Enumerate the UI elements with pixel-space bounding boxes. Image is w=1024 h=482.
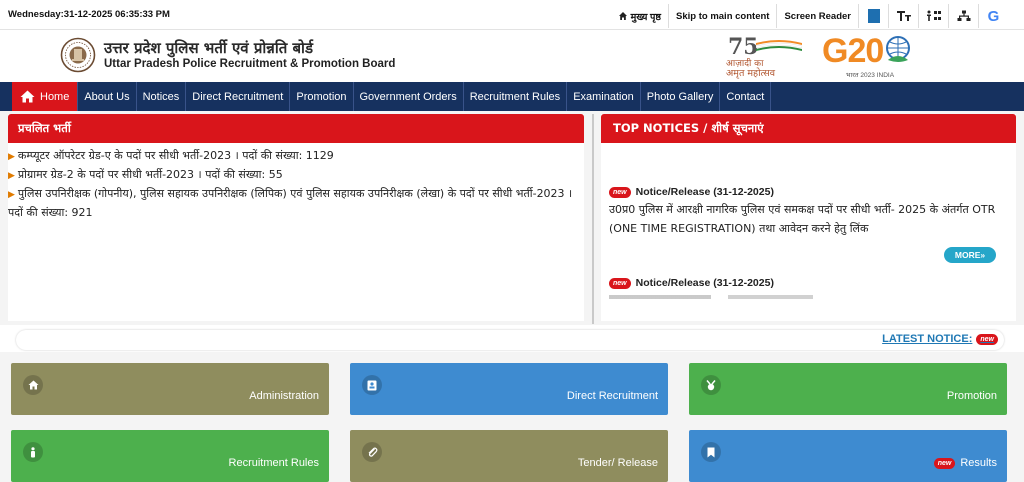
nav-recruitment-rules[interactable]: Recruitment Rules [464,82,568,111]
top-utility-bar: Wednesday:31-12-2025 06:35:33 PM मुख्य प… [0,0,1024,30]
g20-wordmark: G20 [822,32,884,70]
tile-label: Direct Recruitment [566,390,658,402]
new-badge-icon: new [609,186,631,198]
nav-notices[interactable]: Notices [137,82,187,111]
nav-examination[interactable]: Examination [567,82,641,111]
text-size-button[interactable] [888,4,918,28]
main-panel: प्रचलित भर्ती ▶ कम्प्यूटर ऑपरेटर ग्रेड-ए … [0,111,1024,325]
arrow-right-icon: ▶ [8,190,15,200]
accessibility-icon [926,10,941,21]
g20-logo: G20 भारत 2023 INDIA [820,32,920,80]
scrolling-text-fragment [609,295,949,299]
g20-subtext: भारत 2023 INDIA [846,72,895,79]
nav-promotion[interactable]: Promotion [290,82,354,111]
home-icon [618,12,627,20]
notice-title: Notice/Release (31-12-2025) [635,277,774,289]
tile-label: Tender/ Release [577,457,658,469]
top-notices-box: TOP NOTICES / शीर्ष सूचनाएं new Notice/R… [601,114,1016,321]
arrow-right-icon: ▶ [8,152,15,162]
text-size-icon [896,11,911,21]
notice-item[interactable]: new Notice/Release (31-12-2025) [609,277,1009,289]
tile-label: Promotion [946,390,997,402]
nav-about-us[interactable]: About Us [78,82,137,111]
utility-links: मुख्य पृष्ठ Skip to main content Screen … [611,4,1008,28]
quick-links-area: Administration Direct Recruitment Promot… [0,352,1024,482]
paperclip-icon [362,442,382,462]
home-link[interactable]: मुख्य पृष्ठ [611,4,668,28]
site-header: उत्तर प्रदेश पुलिस भर्ती एवं प्रोन्नति ब… [0,30,1024,82]
google-icon: G [987,7,1000,25]
tile-label: new Results [933,457,997,469]
new-badge-icon: new [933,457,956,469]
current-recruitment-box: प्रचलित भर्ती ▶ कम्प्यूटर ऑपरेटर ग्रेड-ए … [8,114,584,321]
tile-administration[interactable]: Administration [11,363,329,415]
new-badge-icon: new [976,333,998,345]
google-translate-button[interactable]: G [978,4,1008,28]
column-divider [592,114,594,324]
screen-reader-link[interactable]: Screen Reader [776,4,858,28]
top-notices-heading: TOP NOTICES / शीर्ष सूचनाएं [601,114,1016,143]
arrow-right-icon: ▶ [8,171,15,181]
home-icon [23,375,43,395]
home-link-label: मुख्य पृष्ठ [630,11,662,23]
board-emblem-icon [60,37,96,73]
person-icon [23,442,43,462]
tile-results[interactable]: new Results [689,430,1007,482]
nav-home[interactable]: Home [12,82,79,111]
notice-item[interactable]: new Notice/Release (31-12-2025) उ0प्र0 प… [609,186,1009,238]
sitemap-icon [957,10,970,21]
nav-direct-recruitment[interactable]: Direct Recruitment [186,82,291,111]
main-navigation: Home About Us Notices Direct Recruitment… [0,82,1024,111]
list-item[interactable]: ▶ प्रोग्रामर ग्रेड-2 के पदों पर सीधी भर्त… [8,166,584,185]
azadi-ka-amrit-mahotsav-logo: 75 आज़ादी का अमृत महोत्सव [724,34,804,79]
notice-title: Notice/Release (31-12-2025) [635,186,774,198]
home-icon [20,90,35,103]
tile-label: Administration [249,390,319,402]
more-button[interactable]: MORE» [944,247,996,263]
site-title-hindi: उत्तर प्रदेश पुलिस भर्ती एवं प्रोन्नति ब… [104,39,313,57]
bookmark-icon [701,442,721,462]
datetime-display: Wednesday:31-12-2025 06:35:33 PM [8,9,170,20]
id-card-icon [362,375,382,395]
nav-home-label: Home [40,90,70,103]
site-title-english: Uttar Pradesh Police Recruitment & Promo… [104,58,396,70]
tile-promotion[interactable]: Promotion [689,363,1007,415]
medal-icon [701,375,721,395]
latest-notice-label: LATEST NOTICE: [882,333,973,345]
current-recruitment-list: ▶ कम्प्यूटर ऑपरेटर ग्रेड-ए के पदों पर सीध… [8,147,584,221]
tile-direct-recruitment[interactable]: Direct Recruitment [350,363,668,415]
sitemap-button[interactable] [948,4,978,28]
accessibility-button[interactable] [918,4,948,28]
contrast-button[interactable] [858,4,888,28]
nav-government-orders[interactable]: Government Orders [354,82,464,111]
latest-notice-link[interactable]: LATEST NOTICE: new [882,333,998,345]
lotus-globe-icon [886,36,910,62]
tile-tender-release[interactable]: Tender/ Release [350,430,668,482]
skip-to-main-link[interactable]: Skip to main content [668,4,776,28]
new-badge-icon: new [609,277,631,289]
notice-body: उ0प्र0 पुलिस में आरक्षी नागरिक पुलिस एवं… [609,203,996,235]
nav-contact[interactable]: Contact [720,82,772,111]
contrast-icon [867,9,880,23]
nav-photo-gallery[interactable]: Photo Gallery [641,82,721,111]
tile-label-text: Results [960,457,997,469]
current-recruitment-heading: प्रचलित भर्ती [8,114,584,143]
latest-notice-strip: LATEST NOTICE: new [16,330,1004,350]
flag-swoosh-icon [756,40,802,51]
list-item[interactable]: ▶ पुलिस उपनिरीक्षक (गोपनीय), पुलिस सहायक … [8,185,584,221]
tile-recruitment-rules[interactable]: Recruitment Rules [11,430,329,482]
tile-label: Recruitment Rules [228,457,319,469]
azadi-text-line2: अमृत महोत्सव [726,68,775,79]
list-item[interactable]: ▶ कम्प्यूटर ऑपरेटर ग्रेड-ए के पदों पर सीध… [8,147,584,166]
